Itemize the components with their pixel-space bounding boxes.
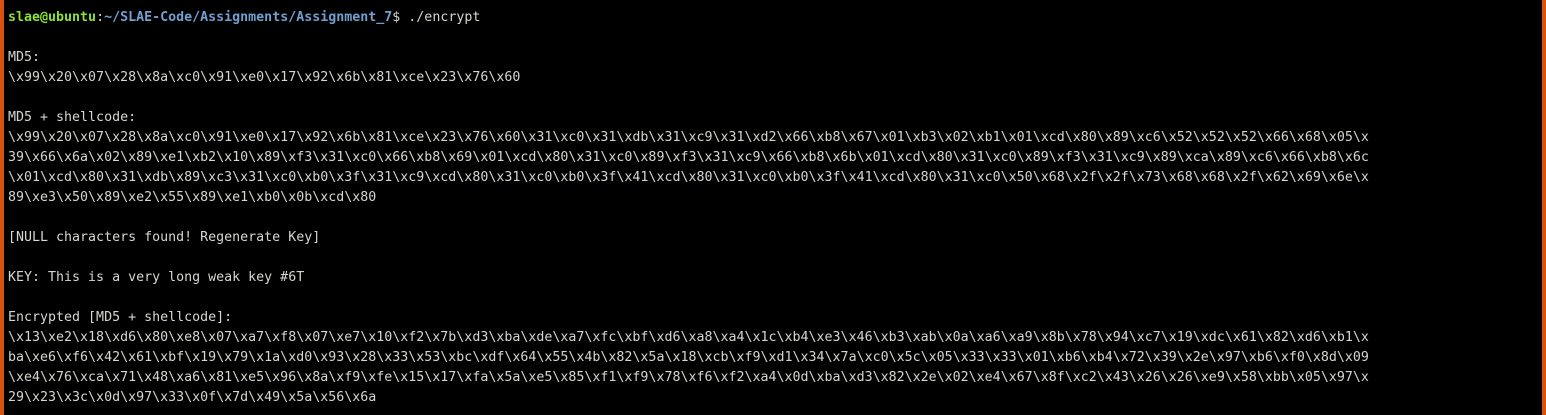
encrypted-line: ba\xe6\xf6\x42\x61\xbf\x19\x79\x1a\xd0\x…	[8, 350, 1369, 365]
prompt-symbol: $	[392, 10, 409, 25]
md5-label: MD5:	[8, 50, 41, 65]
key-line: KEY: This is a very long weak key #6T	[8, 270, 305, 285]
command-text: ./encrypt	[408, 10, 481, 25]
md5-shellcode-label: MD5 + shellcode:	[8, 110, 137, 125]
null-warning: [NULL characters found! Regenerate Key]	[8, 230, 321, 245]
md5-shellcode-line: \x99\x20\x07\x28\x8a\xc0\x91\xe0\x17\x92…	[8, 130, 1369, 145]
terminal-content: slae@ubuntu:~/SLAE-Code/Assignments/Assi…	[8, 8, 1538, 408]
prompt-colon: :	[96, 10, 105, 25]
encrypted-label: Encrypted [MD5 + shellcode]:	[8, 310, 233, 325]
md5-shellcode-line: \x01\xcd\x80\x31\xdb\x89\xc3\x31\xc0\xb0…	[8, 170, 1369, 185]
encrypted-line: \x13\xe2\x18\xd6\x80\xe8\x07\xa7\xf8\x07…	[8, 330, 1369, 345]
md5-shellcode-line: 39\x66\x6a\x02\x89\xe1\xb2\x10\x89\xf3\x…	[8, 150, 1369, 165]
md5-shellcode-line: 89\xe3\x50\x89\xe2\x55\x89\xe1\xb0\x0b\x…	[8, 190, 377, 205]
encrypted-line: \xe4\x76\xca\x71\x48\xa6\x81\xe5\x96\x8a…	[8, 370, 1369, 385]
prompt-line: slae@ubuntu:~/SLAE-Code/Assignments/Assi…	[8, 8, 1538, 28]
md5-value: \x99\x20\x07\x28\x8a\xc0\x91\xe0\x17\x92…	[8, 70, 521, 85]
prompt-user-host: slae@ubuntu	[8, 10, 97, 25]
prompt-path: ~/SLAE-Code/Assignments/Assignment_7	[104, 10, 393, 25]
terminal-window[interactable]: slae@ubuntu:~/SLAE-Code/Assignments/Assi…	[0, 0, 1546, 415]
encrypted-line: 29\x23\x3c\x0d\x97\x33\x0f\x7d\x49\x5a\x…	[8, 390, 377, 405]
